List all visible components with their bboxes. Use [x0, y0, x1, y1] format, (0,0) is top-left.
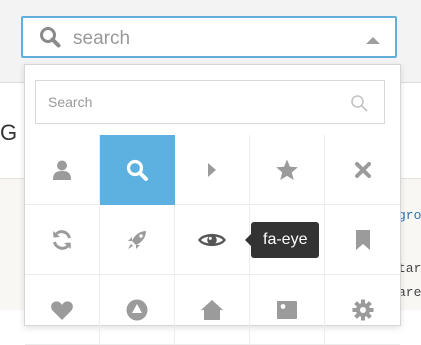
eye-icon — [198, 233, 226, 246]
user-icon — [53, 160, 71, 180]
heart-icon — [51, 300, 73, 320]
icon-option-picture[interactable] — [250, 275, 325, 345]
background-link-text[interactable]: gro — [398, 208, 421, 223]
icon-option-bookmark[interactable] — [325, 205, 400, 275]
star-icon — [276, 159, 298, 180]
search-icon — [350, 94, 368, 117]
search-icon — [39, 26, 61, 53]
gear-icon — [352, 299, 373, 320]
icon-option-star[interactable] — [250, 135, 325, 205]
icon-option-user[interactable] — [25, 135, 100, 205]
tooltip-text: fa-eye — [251, 222, 320, 258]
refresh-icon — [53, 229, 71, 250]
picker-placeholder: search — [73, 28, 131, 49]
rocket-icon — [128, 230, 146, 249]
icon-option-eye[interactable] — [175, 205, 250, 275]
page-heading: G — [0, 120, 18, 145]
caret-right-icon — [208, 162, 216, 177]
background-code-text: tar — [398, 261, 421, 276]
background-code-text: are — [398, 285, 421, 300]
icon-picker-toggle[interactable]: search — [21, 16, 397, 58]
icon-picker-popover — [24, 64, 401, 345]
search-icon — [126, 159, 148, 181]
close-icon — [354, 161, 371, 178]
caret-up-icon[interactable] — [366, 37, 380, 44]
icon-search-input[interactable] — [36, 81, 348, 123]
icon-option-caret-right[interactable] — [175, 135, 250, 205]
home-icon — [201, 299, 223, 320]
icon-option-rocket[interactable] — [100, 205, 175, 275]
icon-option-cog[interactable] — [325, 275, 400, 345]
icon-option-refresh[interactable] — [25, 205, 100, 275]
icon-option-heart[interactable] — [25, 275, 100, 345]
icon-option-home[interactable] — [175, 275, 250, 345]
icon-option-search[interactable] — [100, 135, 175, 205]
icon-option-warning[interactable] — [100, 275, 175, 345]
popover-search-box[interactable] — [35, 80, 385, 124]
bookmark-icon — [355, 229, 370, 250]
warning-icon — [126, 299, 148, 320]
picture-icon — [277, 300, 297, 319]
icon-option-times[interactable] — [325, 135, 400, 205]
